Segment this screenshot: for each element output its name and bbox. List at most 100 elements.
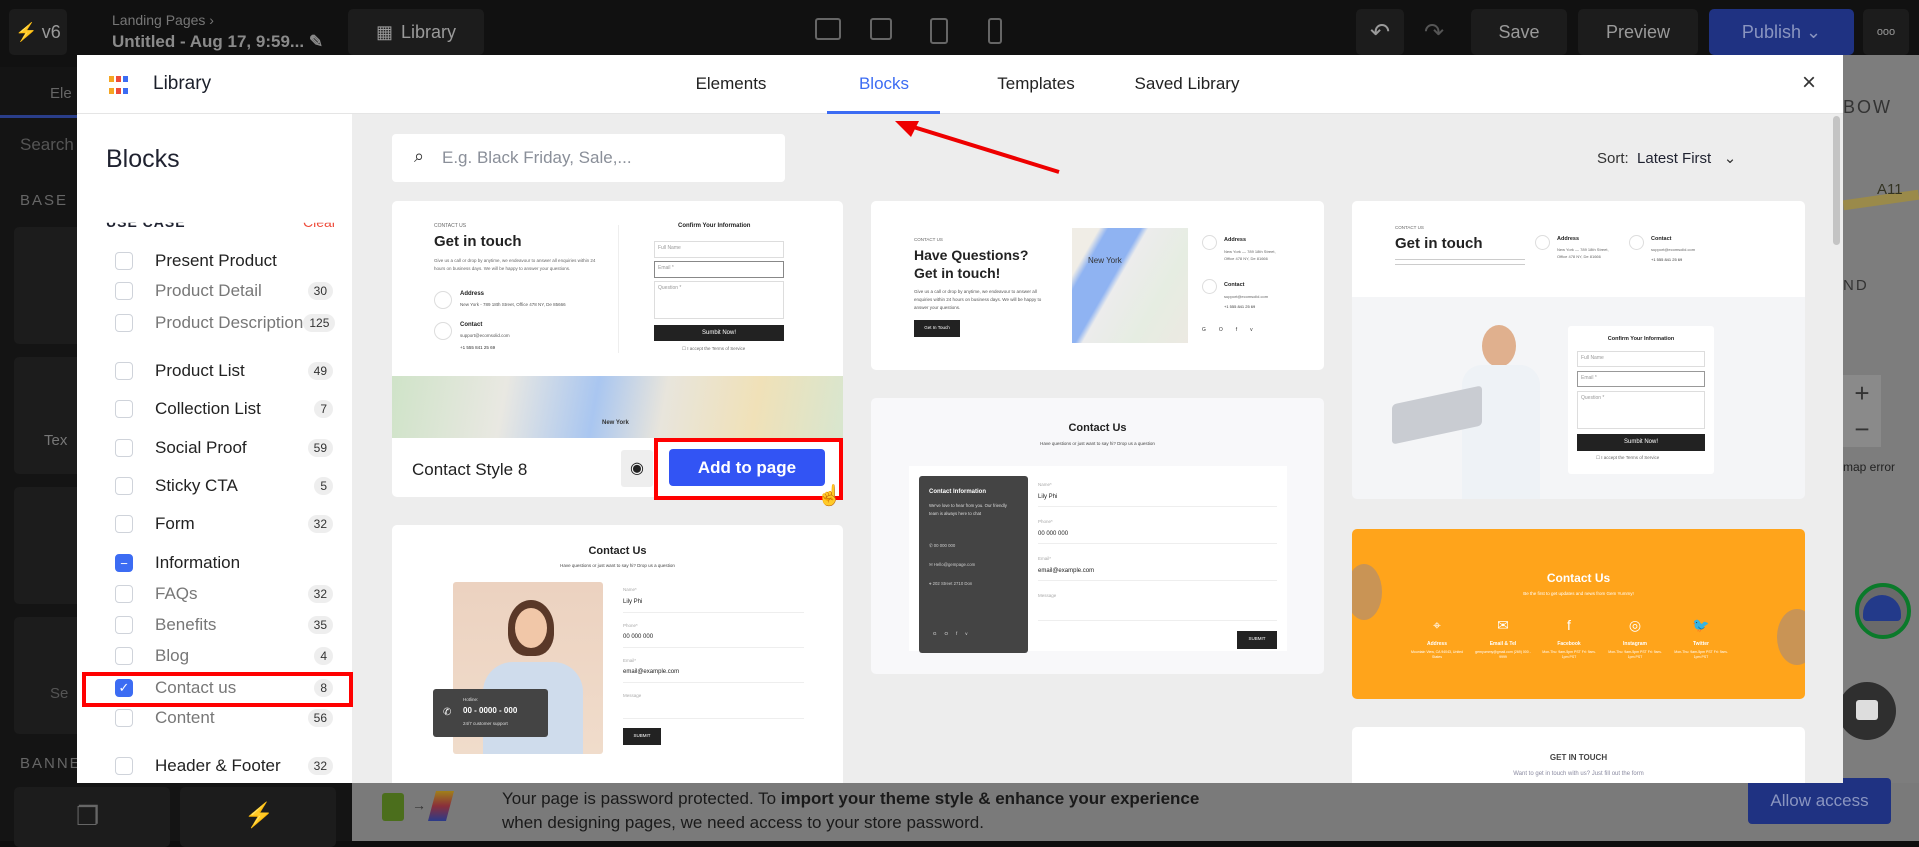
block-card-contact-us-hotline[interactable]: Contact Us Have questions or just want t…	[392, 525, 843, 783]
allow-access-button[interactable]: Allow access	[1748, 778, 1891, 824]
password-banner: → Your page is password protected. To im…	[352, 778, 1919, 841]
filter-label: Product List	[155, 361, 245, 380]
tablet-view-icon[interactable]	[930, 18, 948, 44]
section-label: BASE	[20, 192, 69, 209]
block-card-get-in-touch-form[interactable]: GET IN TOUCH Want to get in touch with u…	[1352, 727, 1805, 783]
checkbox[interactable]	[115, 477, 133, 495]
filter-item-blog[interactable]: Blog 4	[115, 644, 333, 668]
social-icons: GOfv	[933, 631, 976, 636]
filter-item-product-description[interactable]: Product Description 125	[115, 311, 336, 335]
breadcrumb[interactable]: Landing Pages ›	[112, 12, 214, 28]
search-icon: ⌕	[414, 146, 425, 166]
more-button[interactable]: ooo	[1863, 9, 1909, 55]
checkbox[interactable]	[115, 282, 133, 300]
contact-icon: ◎	[1628, 617, 1642, 633]
count-badge: 56	[307, 709, 333, 727]
checkbox[interactable]	[115, 252, 133, 270]
count-badge: 32	[307, 757, 333, 775]
pencil-icon[interactable]: ✎	[309, 32, 323, 51]
filter-item-sticky-cta[interactable]: Sticky CTA 5	[115, 474, 333, 498]
tab-templates[interactable]: Templates	[997, 74, 1074, 94]
close-icon[interactable]: ×	[1802, 69, 1816, 97]
filter-item-faqs[interactable]: FAQs 32	[115, 582, 333, 606]
block-name: Contact Style 8	[412, 460, 528, 479]
checkbox[interactable]	[115, 515, 133, 533]
page-title[interactable]: Untitled - Aug 17, 9:59... ✎	[112, 32, 323, 52]
save-button[interactable]: Save	[1471, 9, 1567, 55]
count-badge: 4	[314, 647, 333, 665]
block-search-input[interactable]: ⌕ E.g. Black Friday, Sale,...	[392, 134, 785, 182]
laptop-view-icon[interactable]	[870, 18, 892, 40]
filter-item-product-list[interactable]: Product List 49	[115, 359, 333, 383]
checkbox[interactable]	[115, 362, 133, 380]
publish-button[interactable]: Publish ⌄	[1709, 9, 1854, 55]
filter-group-label: USE CASE	[106, 214, 186, 230]
block-card-contact-information[interactable]: Contact Us Have questions or just want t…	[871, 398, 1324, 674]
filter-item-social-proof[interactable]: Social Proof 59	[115, 436, 333, 460]
tab-saved-library[interactable]: Saved Library	[1135, 74, 1240, 94]
location-icon	[1535, 235, 1550, 250]
phone-icon	[1202, 279, 1217, 294]
checkbox[interactable]	[115, 709, 133, 727]
social-column: ✉ Email & Tel gemyummy@gmail.com (269) 000…	[1473, 615, 1533, 660]
checkbox[interactable]	[115, 647, 133, 665]
redo-button[interactable]: ↷	[1410, 9, 1458, 55]
filter-item-header-footer[interactable]: Header & Footer 32	[115, 754, 333, 778]
checkbox[interactable]	[115, 616, 133, 634]
checkbox[interactable]: −	[115, 554, 133, 572]
tab-elements[interactable]: Elements	[696, 74, 767, 94]
filter-item-present-product[interactable]: Present Product	[115, 249, 333, 273]
section-label: BANNE	[20, 755, 82, 772]
filter-label: Product Description	[155, 313, 304, 332]
element-tile[interactable]: ⚡	[180, 787, 336, 847]
highlight-box	[654, 438, 843, 500]
filter-item-information[interactable]: − Information	[115, 551, 333, 575]
filter-item-benefits[interactable]: Benefits 35	[115, 613, 333, 637]
filter-label: Social Proof	[155, 438, 247, 457]
mobile-view-icon[interactable]	[988, 18, 1002, 44]
map-zoom-controls[interactable]: + −	[1843, 375, 1881, 447]
chat-button[interactable]	[1838, 682, 1896, 740]
preview-eye-icon[interactable]: ◉	[621, 450, 653, 487]
speed-gauge-icon[interactable]	[1855, 583, 1911, 639]
phone-icon	[1629, 235, 1644, 250]
modal-scrollbar[interactable]	[1833, 116, 1840, 245]
hand-cursor-icon: ☝	[817, 485, 842, 507]
layers-icon: ❐	[76, 801, 100, 831]
count-badge: 59	[307, 439, 333, 457]
undo-button[interactable]: ↶	[1356, 9, 1404, 55]
element-search-input[interactable]: Search	[20, 135, 74, 155]
checkbox[interactable]	[115, 439, 133, 457]
filter-item-collection-list[interactable]: Collection List 7	[115, 397, 333, 421]
chat-icon	[1856, 700, 1878, 720]
filter-item-product-detail[interactable]: Product Detail 30	[115, 279, 333, 303]
chevron-down-icon: ⌄	[1723, 150, 1737, 167]
contact-icon: ⌖	[1433, 617, 1441, 633]
arrow-right-icon: →	[412, 797, 426, 813]
library-button[interactable]: ▦ Library	[348, 9, 484, 55]
tab-blocks[interactable]: Blocks	[859, 74, 909, 94]
block-card-get-in-touch-photo[interactable]: CONTACT US Get in touch Address New York…	[1352, 201, 1805, 499]
filter-label: Information	[155, 553, 241, 572]
clear-filter-link[interactable]: Clear	[303, 223, 336, 230]
checkbox[interactable]	[115, 585, 133, 603]
contact-icon: f	[1567, 617, 1571, 633]
contact-icon: ✉	[1497, 617, 1509, 633]
sort-dropdown[interactable]: Sort: Latest First ⌄	[1597, 149, 1736, 167]
app-logo-button[interactable]: ⚡ v6	[9, 9, 67, 55]
desktop-view-icon[interactable]	[815, 18, 841, 40]
filter-item-form[interactable]: Form 32	[115, 512, 333, 536]
contact-icon: 🐦	[1692, 617, 1710, 633]
modal-header: Library Elements Blocks Templates Saved …	[77, 55, 1843, 114]
count-badge: 32	[307, 585, 333, 603]
block-card-have-questions[interactable]: CONTACT US Have Questions? Get in touch! …	[871, 201, 1324, 370]
checkbox[interactable]	[115, 400, 133, 418]
block-card-contact-us-social[interactable]: Contact Us Be the first to get updates a…	[1352, 529, 1805, 699]
filter-label: Form	[155, 514, 195, 533]
filter-item-content[interactable]: Content 56	[115, 706, 333, 730]
checkbox[interactable]	[115, 314, 133, 332]
element-tile[interactable]: ❐	[14, 787, 170, 847]
preview-button[interactable]: Preview	[1578, 9, 1698, 55]
elements-tab[interactable]: Ele	[50, 85, 72, 102]
checkbox[interactable]	[115, 757, 133, 775]
